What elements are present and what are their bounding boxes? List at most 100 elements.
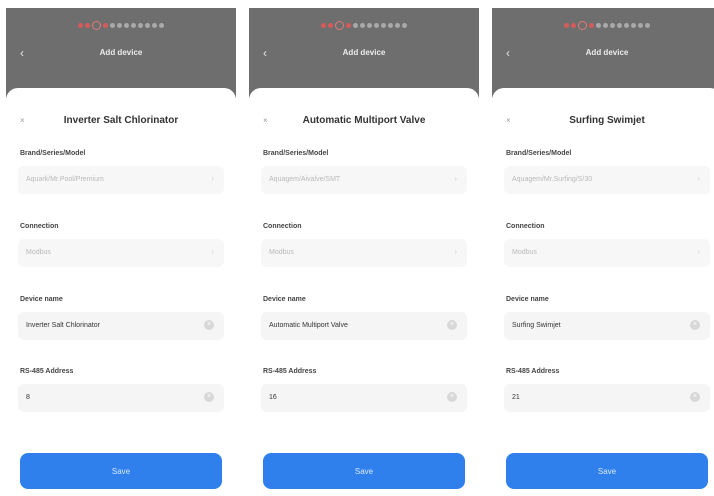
chevron-right-icon: › (697, 247, 700, 256)
save-button[interactable]: Save (20, 453, 222, 489)
address-label: RS-485 Address (263, 368, 317, 375)
header-bar: ‹ Add device (492, 8, 714, 98)
step-dot (603, 23, 608, 29)
step-dot (374, 23, 379, 29)
step-dot-active (92, 21, 101, 31)
connection-value: Modbus (26, 249, 51, 256)
device-name-input[interactable]: Surfing Swimjet × (504, 312, 710, 340)
progress-steps (249, 17, 479, 31)
brand-value: Aquagem/Aivalve/SMT (269, 176, 341, 183)
step-dot (328, 23, 333, 29)
progress-steps (6, 17, 236, 31)
phone-screen: ‹ Add device × Automatic Multiport Valve… (249, 8, 479, 496)
step-dot (124, 23, 129, 29)
address-input[interactable]: 8 × (18, 384, 224, 412)
step-dot (346, 23, 351, 29)
step-dot (610, 23, 615, 29)
step-dot (138, 23, 143, 29)
device-name-input[interactable]: Inverter Salt Chlorinator × (18, 312, 224, 340)
address-input[interactable]: 21 × (504, 384, 710, 412)
sheet-title: Surfing Swimjet (569, 115, 645, 126)
device-name-input[interactable]: Automatic Multiport Valve × (261, 312, 467, 340)
step-dot (117, 23, 122, 29)
address-label: RS-485 Address (506, 368, 560, 375)
connection-label: Connection (506, 223, 545, 230)
device-form-sheet: × Inverter Salt Chlorinator Brand/Series… (6, 88, 236, 496)
clear-icon[interactable]: × (690, 320, 700, 330)
brand-value: Aquagem/Mr.Surfing/S/30 (512, 176, 593, 183)
step-dot (159, 23, 164, 29)
sheet-title: Inverter Salt Chlorinator (63, 115, 179, 126)
brand-select[interactable]: Aquagem/Mr.Surfing/S/30 › (504, 166, 710, 194)
step-dot (624, 23, 629, 29)
clear-icon[interactable]: × (204, 320, 214, 330)
save-button[interactable]: Save (263, 453, 465, 489)
step-dot-active (578, 21, 587, 31)
step-dot-active (335, 21, 344, 31)
step-dot (645, 23, 650, 29)
phone-screen: ‹ Add device × Surfing Swimjet Brand/Ser… (492, 8, 714, 496)
step-dot (395, 23, 400, 29)
chevron-right-icon: › (211, 247, 214, 256)
page-title: Add device (99, 48, 143, 57)
device-name-value: Automatic Multiport Valve (269, 322, 348, 329)
brand-value: Aquark/Mr.Pool/Premium (26, 176, 104, 183)
step-dot (589, 23, 594, 29)
step-dot (638, 23, 643, 29)
connection-label: Connection (263, 223, 302, 230)
step-dot (353, 23, 358, 29)
brand-select[interactable]: Aquagem/Aivalve/SMT › (261, 166, 467, 194)
sheet-title: Automatic Multiport Valve (302, 115, 426, 126)
step-dot (402, 23, 407, 29)
header-bar: ‹ Add device (6, 8, 236, 98)
clear-icon[interactable]: × (447, 392, 457, 402)
address-value: 8 (26, 394, 30, 401)
address-value: 16 (269, 394, 277, 401)
step-dot (617, 23, 622, 29)
device-name-label: Device name (20, 296, 63, 303)
clear-icon[interactable]: × (204, 392, 214, 402)
page-title: Add device (585, 48, 629, 57)
step-dot (78, 23, 83, 29)
address-label: RS-485 Address (20, 368, 74, 375)
connection-select[interactable]: Modbus › (261, 239, 467, 267)
connection-value: Modbus (512, 249, 537, 256)
chevron-right-icon: › (211, 174, 214, 183)
device-form-sheet: × Surfing Swimjet Brand/Series/Model Aqu… (492, 88, 714, 496)
chevron-right-icon: › (697, 174, 700, 183)
step-dot (367, 23, 372, 29)
step-dot (131, 23, 136, 29)
page-title: Add device (342, 48, 386, 57)
brand-label: Brand/Series/Model (506, 150, 572, 157)
step-dot (388, 23, 393, 29)
address-input[interactable]: 16 × (261, 384, 467, 412)
brand-label: Brand/Series/Model (263, 150, 329, 157)
clear-icon[interactable]: × (447, 320, 457, 330)
device-name-label: Device name (263, 296, 306, 303)
step-dot (85, 23, 90, 29)
header-bar: ‹ Add device (249, 8, 479, 98)
step-dot (631, 23, 636, 29)
step-dot (564, 23, 569, 29)
phone-screen: ‹ Add device × Inverter Salt Chlorinator… (6, 8, 236, 496)
clear-icon[interactable]: × (690, 392, 700, 402)
step-dot (145, 23, 150, 29)
device-form-sheet: × Automatic Multiport Valve Brand/Series… (249, 88, 479, 496)
device-name-value: Surfing Swimjet (512, 322, 561, 329)
brand-select[interactable]: Aquark/Mr.Pool/Premium › (18, 166, 224, 194)
step-dot (381, 23, 386, 29)
connection-label: Connection (20, 223, 59, 230)
chevron-right-icon: › (454, 174, 457, 183)
step-dot (152, 23, 157, 29)
step-dot (110, 23, 115, 29)
device-name-value: Inverter Salt Chlorinator (26, 322, 100, 329)
connection-select[interactable]: Modbus › (18, 239, 224, 267)
connection-select[interactable]: Modbus › (504, 239, 710, 267)
device-name-label: Device name (506, 296, 549, 303)
step-dot (571, 23, 576, 29)
step-dot (103, 23, 108, 29)
chevron-right-icon: › (454, 247, 457, 256)
step-dot (321, 23, 326, 29)
save-button[interactable]: Save (506, 453, 708, 489)
step-dot (360, 23, 365, 29)
